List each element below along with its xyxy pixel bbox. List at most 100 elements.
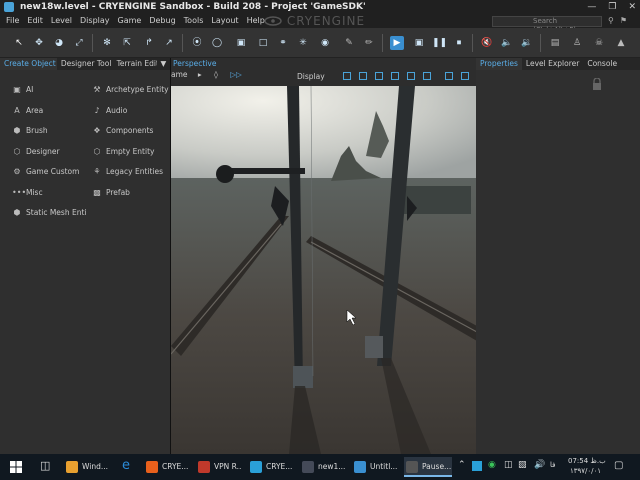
menu-display[interactable]: Display xyxy=(80,14,110,28)
move-tool-icon[interactable]: ✥ xyxy=(32,36,46,50)
lock-icon[interactable] xyxy=(592,78,602,90)
taskbar-item[interactable]: new1... xyxy=(300,457,346,477)
object-type-ai[interactable]: ▣ AI xyxy=(12,84,33,96)
camera-collision-icon[interactable]: ◉ xyxy=(318,36,332,50)
minimize-button[interactable]: — xyxy=(587,0,596,14)
object-type-misc[interactable]: ••• Misc xyxy=(12,187,43,199)
tab-terrain-edit[interactable]: Terrain Edit xyxy=(113,58,157,70)
camera-selector[interactable]: ame xyxy=(171,70,188,79)
helpers-icon[interactable] xyxy=(375,72,383,80)
search-input[interactable]: Search (Ctrl+Alt+F) xyxy=(492,16,602,34)
tray-app-icon[interactable] xyxy=(472,461,482,471)
notification-icon[interactable]: ⚑ xyxy=(620,14,627,28)
chevron-up-icon[interactable]: ⌃ xyxy=(458,460,466,470)
align-icon[interactable]: ◯ xyxy=(210,36,224,50)
object-type-static-mesh-enti[interactable]: ⬢ Static Mesh Enti xyxy=(12,207,87,219)
rotate-tool-icon[interactable]: ◕ xyxy=(52,36,66,50)
object-type-archetype-entity[interactable]: ⚒ Archetype Entity xyxy=(92,84,168,96)
speaker-icon[interactable]: 🔈 xyxy=(500,36,514,50)
snap-grid-icon[interactable]: ✻ xyxy=(100,36,114,50)
snap-terrain-icon[interactable]: ↱ xyxy=(142,36,156,50)
layout-icon[interactable]: ▤ xyxy=(548,36,562,50)
select-tool-icon[interactable]: ↖ xyxy=(12,36,26,50)
character-tool-icon[interactable]: ♙ xyxy=(570,36,584,50)
grid-toggle-icon[interactable] xyxy=(343,72,351,80)
object-type-designer[interactable]: ⬡ Designer xyxy=(12,146,60,158)
aspect-ratio-icon[interactable] xyxy=(423,72,431,80)
snap-normal-icon[interactable]: ↗ xyxy=(162,36,176,50)
gravity-icon[interactable]: ⦿ xyxy=(190,36,204,50)
viewport-settings-icon[interactable] xyxy=(461,72,469,80)
clock-time[interactable]: 07:54 ب.ظ xyxy=(568,457,606,465)
link-icon[interactable]: ⚭ xyxy=(276,36,290,50)
menu-game[interactable]: Game xyxy=(118,14,142,28)
taskbar-item[interactable]: CRYE... xyxy=(144,457,190,477)
physics-icon[interactable]: ✳ xyxy=(296,36,310,50)
brush-icon: ⬢ xyxy=(13,126,21,135)
tab-level-explorer[interactable]: Level Explorer xyxy=(522,58,583,70)
snap-pivot-icon[interactable]: ⇱ xyxy=(120,36,134,50)
play-game-icon[interactable]: ▶ xyxy=(390,36,404,50)
maximize-button[interactable]: ❐ xyxy=(608,0,616,14)
clock-date[interactable]: ۱۳۹۷/۰/۰۱ xyxy=(570,467,601,475)
menu-help[interactable]: Help xyxy=(247,14,265,28)
volume-icon[interactable]: 🔉 xyxy=(520,36,534,50)
menu-level[interactable]: Level xyxy=(51,14,72,28)
tab-properties[interactable]: Properties xyxy=(476,58,522,70)
object-type-area[interactable]: A Area xyxy=(12,105,43,117)
pause-icon[interactable]: ❚❚ xyxy=(432,36,447,50)
main-toolbar: ↖ ✥ ◕ ⤢ ✻ ⇱ ↱ ↗ ⦿ ◯ ▣ □ ⚭ ✳ ◉ ✎ ✏ ▶ ▣ ❚❚… xyxy=(0,28,640,58)
brush-tool-icon[interactable]: ✏ xyxy=(362,36,376,50)
tray-green-icon[interactable]: ◉ xyxy=(488,460,496,470)
tab-designer-tool[interactable]: Designer Tool xyxy=(57,58,113,70)
taskbar-item[interactable]: CRYE... xyxy=(248,457,294,477)
menu-layout[interactable]: Layout xyxy=(211,14,238,28)
taskbar-item[interactable]: Untitl... xyxy=(352,457,398,477)
debug-info-icon[interactable] xyxy=(391,72,399,80)
close-button[interactable]: ✕ xyxy=(628,0,636,14)
stop-icon[interactable]: ⏹ xyxy=(452,36,466,50)
object-type-components[interactable]: ❖ Components xyxy=(92,125,153,137)
search-icon[interactable]: ⚲ xyxy=(608,14,614,28)
center-pivot-icon[interactable]: ▣ xyxy=(234,36,248,50)
menu-tools[interactable]: Tools xyxy=(184,14,204,28)
taskbar-item[interactable]: VPN R... xyxy=(196,457,242,477)
pencil-icon[interactable]: ✎ xyxy=(342,36,356,50)
display-menu[interactable]: Display xyxy=(297,72,325,81)
scale-tool-icon[interactable]: ⤢ xyxy=(72,36,86,50)
menu-debug[interactable]: Debug xyxy=(149,14,175,28)
train-icon[interactable]: ◫ xyxy=(504,460,513,470)
object-type-legacy-entities[interactable]: ⚘ Legacy Entities xyxy=(92,166,163,178)
object-type-brush[interactable]: ⬢ Brush xyxy=(12,125,48,137)
taskbar-item[interactable]: Wind... xyxy=(64,457,110,477)
windows-start-icon[interactable] xyxy=(10,461,22,473)
tab-console[interactable]: Console xyxy=(583,58,621,70)
object-type-prefab[interactable]: ▩ Prefab xyxy=(92,187,130,199)
taskbar-item[interactable]: Pause... xyxy=(404,457,452,477)
layers-icon[interactable] xyxy=(407,72,415,80)
menu-edit[interactable]: Edit xyxy=(27,14,43,28)
skull-icon[interactable]: ☠ xyxy=(592,36,606,50)
object-type-game-custom[interactable]: ⚙ Game Custom xyxy=(12,166,79,178)
chevron-down-icon[interactable]: ▼ xyxy=(157,58,170,70)
volume-tray-icon[interactable]: 🔊 xyxy=(534,460,545,470)
task-view-icon[interactable]: ◫ xyxy=(40,459,50,472)
fast-forward-icon[interactable]: ▷▷ xyxy=(230,70,242,79)
edge-browser-icon[interactable]: e xyxy=(122,458,130,473)
terrain-icon[interactable]: ▲ xyxy=(614,36,628,50)
play-small-icon[interactable]: ▸ xyxy=(198,70,202,79)
notification-center-icon[interactable]: ▢ xyxy=(614,460,623,471)
object-type-audio[interactable]: ♪ Audio xyxy=(92,105,127,117)
menu-file[interactable]: File xyxy=(6,14,19,28)
simulate-icon[interactable]: ▣ xyxy=(412,36,426,50)
step-icon[interactable]: ◊ xyxy=(214,70,218,79)
maximize-viewport-icon[interactable] xyxy=(445,72,453,80)
mute-audio-icon[interactable]: 🔇 xyxy=(480,36,494,50)
language-indicator[interactable]: فا xyxy=(550,461,555,469)
network-icon[interactable]: ▧ xyxy=(518,460,527,470)
game-scene-render[interactable] xyxy=(171,86,477,454)
ruler-icon[interactable] xyxy=(359,72,367,80)
object-type-empty-entity[interactable]: ⬡ Empty Entity xyxy=(92,146,155,158)
bounds-icon[interactable]: □ xyxy=(256,36,270,50)
tab-create-object[interactable]: Create Object xyxy=(0,58,57,70)
